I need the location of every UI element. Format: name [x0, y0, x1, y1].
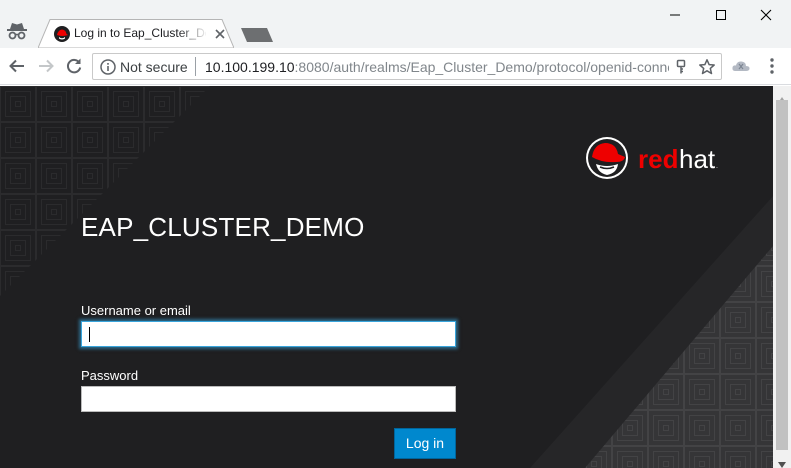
tab-close-icon[interactable]	[213, 27, 227, 41]
minimize-button[interactable]	[661, 4, 689, 26]
text-caret	[89, 327, 90, 342]
url-text[interactable]: 10.100.199.10:8080/auth/realms/Eap_Clust…	[205, 59, 669, 75]
forward-arrow-icon	[39, 59, 54, 73]
login-page: red hat . EAP_CLUSTER_DEMO Username or e…	[0, 86, 773, 468]
maximize-button[interactable]	[707, 4, 735, 26]
password-label: Password	[81, 368, 139, 383]
maximize-icon	[716, 10, 726, 20]
tab-active[interactable]: Log in to Eap_Cluster_Demo	[38, 19, 234, 48]
tab-title-fade	[178, 25, 208, 43]
username-label: Username or email	[81, 303, 191, 318]
svg-text:hat: hat	[679, 144, 716, 174]
realm-title: EAP_CLUSTER_DEMO	[81, 212, 365, 242]
key-icon[interactable]	[673, 59, 689, 75]
minimize-icon	[670, 14, 680, 16]
svg-text:.: .	[716, 163, 718, 170]
forward-button[interactable]	[36, 56, 56, 76]
back-button[interactable]	[7, 56, 27, 76]
username-input[interactable]	[81, 321, 456, 347]
vertical-scrollbar[interactable]	[773, 86, 791, 468]
new-tab-button[interactable]	[240, 27, 274, 43]
star-icon[interactable]	[698, 58, 716, 76]
scrollbar-thumb[interactable]	[776, 100, 788, 450]
url-host: 10.100.199.10	[205, 59, 295, 75]
scroll-down-arrow-icon[interactable]	[778, 455, 786, 468]
password-input[interactable]	[81, 386, 456, 412]
three-dots-menu-icon[interactable]	[768, 57, 776, 75]
svg-text:red: red	[638, 144, 678, 174]
redhat-logo: red hat .	[586, 137, 718, 179]
redhat-favicon-icon	[54, 26, 70, 42]
info-icon[interactable]	[100, 59, 116, 75]
url-separator	[195, 57, 196, 76]
incognito-icon	[6, 20, 28, 42]
reload-button[interactable]	[64, 56, 84, 76]
address-bar[interactable]: Not secure 10.100.199.10:8080/auth/realm…	[92, 53, 722, 80]
browser-title-bar: Log in to Eap_Cluster_Demo	[0, 0, 791, 48]
cloud-extension-icon[interactable]	[731, 57, 751, 75]
url-path: :8080/auth/realms/Eap_Cluster_Demo/proto…	[294, 59, 669, 75]
close-icon	[760, 9, 772, 21]
close-window-button[interactable]	[752, 4, 780, 26]
reload-icon	[66, 58, 82, 74]
security-label[interactable]: Not secure	[120, 59, 188, 75]
back-arrow-icon	[9, 59, 24, 73]
scroll-up-arrow-icon[interactable]	[778, 90, 786, 103]
login-button[interactable]: Log in	[394, 428, 456, 459]
